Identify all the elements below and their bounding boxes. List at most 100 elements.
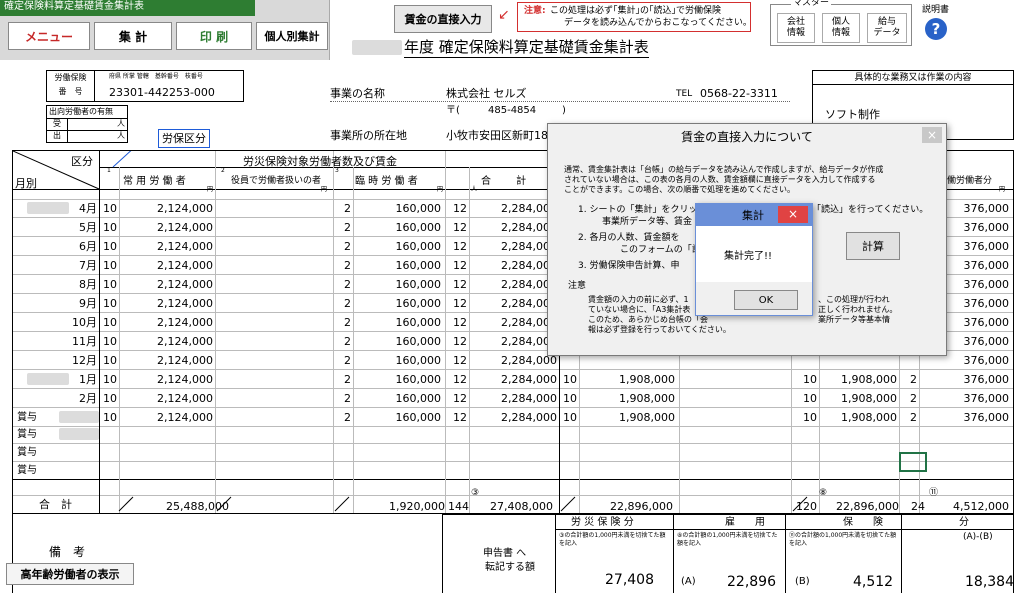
cell-tmp-n[interactable]: 2 xyxy=(333,393,351,404)
cell-reg-n[interactable]: 10 xyxy=(99,241,117,252)
cell-r-n1[interactable]: 10 xyxy=(559,412,577,423)
cell-sum-n[interactable]: 12 xyxy=(445,222,467,233)
calc-button[interactable]: 計算 xyxy=(846,232,900,260)
direct-input-button[interactable]: 賃金の直接入力 xyxy=(394,5,492,33)
cell-tmp-amt[interactable]: 160,000 xyxy=(353,222,442,233)
cell-reg-amt[interactable]: 2,124,000 xyxy=(119,412,213,423)
cell-reg-n[interactable]: 10 xyxy=(99,203,117,214)
cell-sum-amt[interactable]: 2,284,000 xyxy=(469,412,557,423)
ok-button[interactable]: OK xyxy=(734,290,798,310)
cell-sum-n[interactable]: 12 xyxy=(445,279,467,290)
cell-reg-amt[interactable]: 2,124,000 xyxy=(119,279,213,290)
cell-sum-amt[interactable]: 2,284,000 xyxy=(469,393,557,404)
selected-cell[interactable] xyxy=(899,452,927,472)
cell-r-amt2[interactable]: 1,908,000 xyxy=(819,412,897,423)
cell-r-n3[interactable]: 2 xyxy=(899,374,917,385)
cell-tmp-amt[interactable]: 160,000 xyxy=(353,260,442,271)
cell-tmp-n[interactable]: 2 xyxy=(333,298,351,309)
cell-tmp-n[interactable]: 2 xyxy=(333,203,351,214)
work-content[interactable]: ソフト制作 xyxy=(825,109,880,120)
cell-r-n2[interactable]: 10 xyxy=(791,412,817,423)
cell-sum-n[interactable]: 12 xyxy=(445,260,467,271)
cell-sum-amt[interactable]: 2,284,000 xyxy=(469,355,557,366)
cell-reg-n[interactable]: 10 xyxy=(99,374,117,385)
cell-reg-amt[interactable]: 2,124,000 xyxy=(119,317,213,328)
cell-sum-amt[interactable]: 2,284,000 xyxy=(469,336,557,347)
cell-reg-amt[interactable]: 2,124,000 xyxy=(119,336,213,347)
cell-reg-amt[interactable]: 2,124,000 xyxy=(119,203,213,214)
cell-r-amt3[interactable]: 376,000 xyxy=(919,412,1010,423)
cell-sum-amt[interactable]: 2,284,000 xyxy=(469,203,557,214)
cell-tmp-amt[interactable]: 160,000 xyxy=(353,203,442,214)
help-icon[interactable]: ? xyxy=(925,18,947,40)
cell-sum-n[interactable]: 12 xyxy=(445,355,467,366)
cell-r-amt1[interactable]: 1,908,000 xyxy=(579,374,675,385)
cell-reg-n[interactable]: 10 xyxy=(99,298,117,309)
cell-r-amt3[interactable]: 376,000 xyxy=(919,393,1010,404)
cell-reg-n[interactable]: 10 xyxy=(99,412,117,423)
cell-reg-amt[interactable]: 2,124,000 xyxy=(119,355,213,366)
cell-sum-amt[interactable]: 2,284,000 xyxy=(469,298,557,309)
total-button[interactable]: 集 計 xyxy=(94,22,172,50)
elderly-workers-button[interactable]: 高年齢労働者の表示 xyxy=(6,563,134,585)
cell-tmp-n[interactable]: 2 xyxy=(333,336,351,347)
cell-reg-n[interactable]: 10 xyxy=(99,336,117,347)
cell-r-amt3[interactable]: 376,000 xyxy=(919,374,1010,385)
cell-r-amt3[interactable]: 376,000 xyxy=(919,355,1010,366)
msg-close-icon[interactable]: × xyxy=(778,206,808,223)
cell-reg-n[interactable]: 10 xyxy=(99,355,117,366)
cell-r-n3[interactable]: 2 xyxy=(899,412,917,423)
cell-tmp-amt[interactable]: 160,000 xyxy=(353,412,442,423)
cell-tmp-amt[interactable]: 160,000 xyxy=(353,279,442,290)
cell-sum-n[interactable]: 12 xyxy=(445,241,467,252)
cell-tmp-n[interactable]: 2 xyxy=(333,355,351,366)
cell-reg-amt[interactable]: 2,124,000 xyxy=(119,298,213,309)
company-info-button[interactable]: 会社 情報 xyxy=(777,13,815,43)
cell-tmp-n[interactable]: 2 xyxy=(333,260,351,271)
cell-sum-amt[interactable]: 2,284,000 xyxy=(469,374,557,385)
cell-sum-n[interactable]: 12 xyxy=(445,374,467,385)
cell-tmp-amt[interactable]: 160,000 xyxy=(353,317,442,328)
cell-tmp-amt[interactable]: 160,000 xyxy=(353,393,442,404)
cell-tmp-n[interactable]: 2 xyxy=(333,374,351,385)
cell-sum-n[interactable]: 12 xyxy=(445,412,467,423)
cell-r-n2[interactable]: 10 xyxy=(791,374,817,385)
menu-button[interactable]: メニュー xyxy=(8,22,90,50)
cell-r-n2[interactable]: 10 xyxy=(791,393,817,404)
cell-sum-amt[interactable]: 2,284,000 xyxy=(469,279,557,290)
cell-sum-n[interactable]: 12 xyxy=(445,317,467,328)
cell-tmp-amt[interactable]: 160,000 xyxy=(353,336,442,347)
cell-sum-amt[interactable]: 2,284,000 xyxy=(469,241,557,252)
cell-r-amt1[interactable]: 1,908,000 xyxy=(579,412,675,423)
cell-tmp-n[interactable]: 2 xyxy=(333,222,351,233)
cell-reg-n[interactable]: 10 xyxy=(99,393,117,404)
dialog-close-icon[interactable]: × xyxy=(922,127,942,143)
cell-r-amt2[interactable]: 1,908,000 xyxy=(819,374,897,385)
cell-sum-n[interactable]: 12 xyxy=(445,203,467,214)
cell-tmp-amt[interactable]: 160,000 xyxy=(353,241,442,252)
cell-reg-amt[interactable]: 2,124,000 xyxy=(119,241,213,252)
cell-sum-n[interactable]: 12 xyxy=(445,336,467,347)
cell-r-amt2[interactable]: 1,908,000 xyxy=(819,393,897,404)
cell-r-n3[interactable]: 2 xyxy=(899,393,917,404)
insurance-no-value[interactable]: 23301-442253-000 xyxy=(109,87,215,98)
personal-info-button[interactable]: 個人 情報 xyxy=(822,13,860,43)
cell-sum-amt[interactable]: 2,284,000 xyxy=(469,317,557,328)
cell-sum-n[interactable]: 12 xyxy=(445,393,467,404)
cell-r-n1[interactable]: 10 xyxy=(559,374,577,385)
cell-reg-n[interactable]: 10 xyxy=(99,317,117,328)
cell-tmp-n[interactable]: 2 xyxy=(333,412,351,423)
cell-tmp-amt[interactable]: 160,000 xyxy=(353,355,442,366)
cell-tmp-amt[interactable]: 160,000 xyxy=(353,298,442,309)
cell-reg-n[interactable]: 10 xyxy=(99,260,117,271)
cell-reg-amt[interactable]: 2,124,000 xyxy=(119,393,213,404)
individual-total-button[interactable]: 個人別集計 xyxy=(256,22,328,50)
cell-reg-n[interactable]: 10 xyxy=(99,279,117,290)
cell-r-amt1[interactable]: 1,908,000 xyxy=(579,393,675,404)
cell-reg-n[interactable]: 10 xyxy=(99,222,117,233)
cell-r-n1[interactable]: 10 xyxy=(559,393,577,404)
cell-tmp-n[interactable]: 2 xyxy=(333,317,351,328)
print-button[interactable]: 印 刷 xyxy=(176,22,252,50)
cell-tmp-n[interactable]: 2 xyxy=(333,279,351,290)
cell-sum-n[interactable]: 12 xyxy=(445,298,467,309)
